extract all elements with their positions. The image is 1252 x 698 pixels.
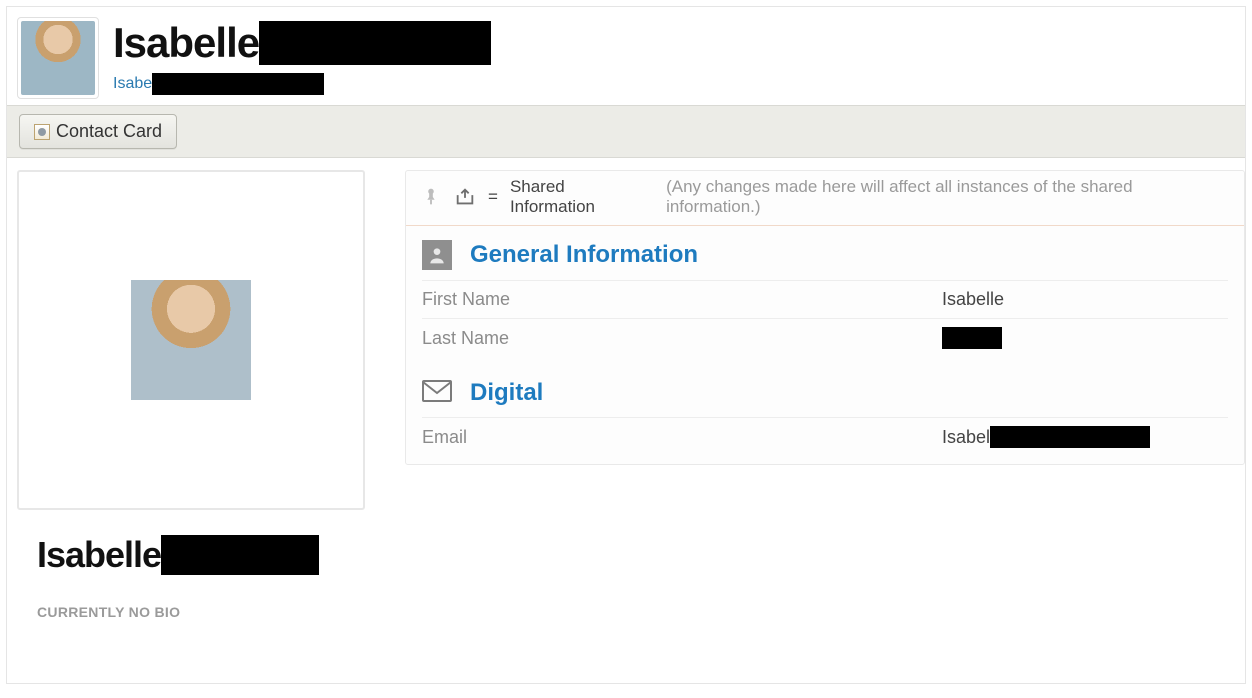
last-name-label: Last Name	[422, 328, 942, 349]
row-first-name[interactable]: First Name Isabelle	[422, 280, 1228, 318]
email-redacted	[990, 426, 1150, 448]
section-digital: Digital Email Isabel	[406, 365, 1244, 464]
last-name-redacted	[942, 327, 1002, 349]
main-area: Isabelle CURRENTLY NO BIO = Shared Infor…	[7, 158, 1245, 620]
profile-header: Isabelle Isabe	[7, 7, 1245, 105]
shared-info-note: (Any changes made here will affect all i…	[666, 177, 1230, 217]
last-name-value	[942, 327, 1002, 349]
profile-email-redacted	[152, 73, 324, 95]
row-last-name[interactable]: Last Name	[422, 318, 1228, 357]
shared-info-bar: = Shared Information (Any changes made h…	[406, 171, 1244, 226]
profile-photo	[131, 280, 251, 400]
info-panel: = Shared Information (Any changes made h…	[405, 170, 1245, 465]
bio-first-name: Isabelle	[37, 534, 161, 576]
bio-last-name-redacted	[161, 535, 319, 575]
title-column: Isabelle Isabe	[113, 17, 491, 95]
email-label: Email	[422, 427, 942, 448]
photo-card[interactable]	[17, 170, 365, 510]
section-general-title: General Information	[470, 241, 698, 269]
section-general: General Information First Name Isabelle …	[406, 226, 1244, 365]
section-digital-title: Digital	[470, 379, 543, 407]
email-prefix: Isabel	[942, 427, 990, 448]
right-column: = Shared Information (Any changes made h…	[405, 170, 1245, 620]
bio-name-row: Isabelle	[37, 534, 371, 576]
contact-card-icon	[34, 124, 50, 140]
bio-block: Isabelle CURRENTLY NO BIO	[17, 510, 377, 620]
first-name-label: First Name	[422, 289, 942, 310]
profile-first-name: Isabelle	[113, 19, 259, 67]
profile-email-link[interactable]: Isabe	[113, 75, 152, 93]
email-value: Isabel	[942, 426, 1150, 448]
page: Isabelle Isabe Contact Card Isabelle	[6, 6, 1246, 684]
mail-icon	[422, 380, 452, 407]
equals-sign: =	[488, 187, 498, 207]
avatar-thumbnail[interactable]	[17, 17, 99, 99]
shared-info-label: Shared Information	[510, 177, 654, 217]
contact-card-button[interactable]: Contact Card	[19, 114, 177, 149]
pin-icon	[420, 186, 442, 208]
section-digital-head: Digital	[422, 379, 1228, 407]
profile-email-row: Isabe	[113, 73, 491, 95]
avatar-image	[21, 21, 95, 95]
section-general-head: General Information	[422, 240, 1228, 270]
left-column: Isabelle CURRENTLY NO BIO	[17, 170, 377, 620]
row-email[interactable]: Email Isabel	[422, 417, 1228, 456]
toolbar: Contact Card	[7, 105, 1245, 158]
contact-card-label: Contact Card	[56, 121, 162, 142]
person-icon	[422, 240, 452, 270]
share-icon	[454, 187, 476, 207]
bio-status: CURRENTLY NO BIO	[37, 604, 371, 620]
first-name-value: Isabelle	[942, 289, 1004, 310]
profile-name-row: Isabelle	[113, 19, 491, 67]
profile-last-name-redacted	[259, 21, 491, 65]
